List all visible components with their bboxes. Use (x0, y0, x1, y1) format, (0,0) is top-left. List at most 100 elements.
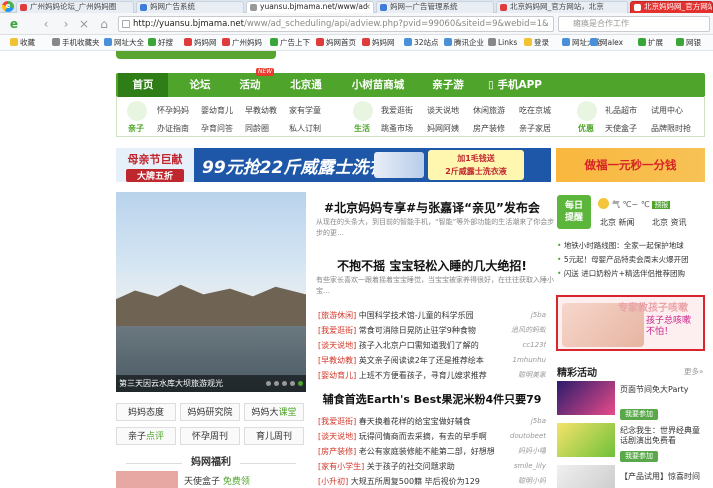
join-button[interactable]: 我要参加 (620, 409, 658, 420)
home-icon[interactable]: ⌂ (96, 16, 112, 32)
quick-tag[interactable]: 妈妈大课堂 (244, 403, 304, 421)
url-bar[interactable]: http://yuansu.bjmama.net/www/ad_scheduli… (118, 16, 554, 32)
subnav-link[interactable]: 怀孕妈妈 (157, 105, 189, 116)
bookmark-item[interactable]: 妈网首页 (316, 35, 356, 50)
slide-dot[interactable] (290, 381, 295, 386)
headline-1[interactable]: #北京妈妈专享#与张嘉译“亲见”发布会 (316, 199, 548, 216)
bookmark-item[interactable]: 腾讯企业 (444, 35, 484, 50)
quick-tag[interactable]: 怀孕周刊 (180, 427, 240, 445)
subnav-link[interactable]: 孕育问答 (201, 123, 233, 134)
news-row[interactable]: [家有小学生] 关于孩子的社交问题求助 smile_lily (318, 461, 546, 472)
nav-home[interactable]: 首页 (118, 73, 168, 97)
bookmark-item[interactable]: 好搜 (148, 35, 173, 50)
subnav-link[interactable]: 同龄圈 (245, 123, 269, 134)
join-button[interactable]: 我要参加 (620, 451, 658, 462)
browser-logo-icon[interactable]: e (2, 1, 14, 12)
event-title[interactable]: 【产品试用】惊喜时间 (620, 471, 706, 482)
news-row[interactable]: [小升初] 大规五所周复500籍 毕后视价为129 聪明小妈 (318, 476, 546, 487)
bookmark-item[interactable]: 网银 (676, 35, 701, 50)
subnav-link[interactable]: 婴幼育儿 (201, 105, 233, 116)
bookmark-item[interactable]: 收藏 (10, 35, 35, 50)
nav-activity[interactable]: 活动 (224, 73, 276, 97)
daily-reminder[interactable]: 每日 提醒 (557, 195, 591, 229)
subnav-link[interactable]: 谈天说地 (427, 105, 459, 116)
quick-tag[interactable]: 育儿周刊 (244, 427, 304, 445)
news-row[interactable]: [我爱逛街] 常食可消除日晃防止驻学9种食物 追风的蚂蚁 (318, 325, 546, 336)
forward-icon[interactable]: › (58, 16, 74, 32)
event-thumb[interactable] (557, 423, 615, 457)
tab-6[interactable]: 北京妈妈网_官方网站，北京 (630, 1, 713, 13)
nav-travel[interactable]: 亲子游 (422, 73, 474, 97)
event-thumb[interactable] (557, 381, 615, 415)
quick-tag[interactable]: 亲子点评 (116, 427, 176, 445)
subnav-link[interactable]: 办证指南 (157, 123, 189, 134)
search-input[interactable]: 瘫痪是合作工作 (558, 16, 710, 32)
tab-3[interactable]: yuansu.bjmama.net/www/ad × (246, 1, 374, 13)
subnav-link[interactable]: 早教幼教 (245, 105, 277, 116)
headline-2[interactable]: 不抱不摇 宝宝轻松入睡的几大绝招! (316, 257, 548, 274)
slide-dot-active[interactable] (298, 381, 303, 386)
bookmark-item[interactable]: 手机收藏夹 (52, 35, 100, 50)
subnav-link[interactable]: 亲子家居 (519, 123, 551, 134)
news-row[interactable]: [房产装修] 老公有家庭装修能不能第二部，好想想 妈妈小嘻 (318, 446, 546, 457)
nav-forum[interactable]: 论坛 (178, 73, 222, 97)
events-more-link[interactable]: 更多» (684, 366, 704, 377)
subnav-link[interactable]: 跳蚤市场 (381, 123, 413, 134)
quick-tag[interactable]: 妈妈态度 (116, 403, 176, 421)
bookmark-item[interactable]: 妈妈网 (184, 35, 217, 50)
subnav-link[interactable]: 家有学童 (289, 105, 321, 116)
subnav-link[interactable]: 吃在京城 (519, 105, 551, 116)
promo-banner[interactable]: 母亲节巨献 大牌五折 99元抢22斤威露士洗衣液! 加1毛钱送 2斤威露士洗衣液 (116, 148, 551, 182)
subnav-link[interactable]: 试用中心 (651, 105, 683, 116)
news-row[interactable]: [旅游休闲] 中国科学技术馆-儿童的科学乐园 j5ba (318, 310, 546, 321)
bookmark-item[interactable]: 登录 (524, 35, 549, 50)
subnav-link[interactable]: 休闲旅游 (473, 105, 505, 116)
side-banner[interactable]: 做福一元秒一分钱 (556, 148, 705, 182)
slide-dot[interactable] (282, 381, 287, 386)
tip-item[interactable]: 5元起！母婴产品特卖会周末火爆开团 (557, 254, 689, 265)
slide-dot[interactable] (274, 381, 279, 386)
bookmark-item[interactable]: 网alex (590, 35, 623, 50)
news-row[interactable]: [谈天说地] 玩得问情商而去采摘，有去的早手啊 doutobeet (318, 431, 546, 442)
event-title[interactable]: 纪念我生：世界经典童话剧演出免费看 (620, 426, 706, 446)
bookmark-item[interactable]: 广告上下 (270, 35, 310, 50)
tab-5[interactable]: 北京妈妈网_官方网站，北京 (496, 1, 628, 13)
news-row[interactable]: [早教幼教] 英文亲子阅读读2年了还是推荐绘本 1mhunhu (318, 355, 546, 366)
site-logo[interactable] (116, 51, 276, 59)
news-row[interactable]: [谈天说地] 孩子入北京户口需知道我们了解的 cc123f (318, 340, 546, 351)
subnav-link[interactable]: 房产装修 (473, 123, 505, 134)
close-page-icon[interactable]: × (76, 16, 92, 32)
nav-shop[interactable]: 小树苗商城 (342, 73, 414, 97)
news-row[interactable]: [我爱逛街] 春天换着花样的给宝宝做好辅食 j5ba (318, 416, 546, 427)
subnav-link[interactable]: 品牌限时抢 (651, 123, 691, 134)
bookmark-item[interactable]: 妈妈网 (362, 35, 395, 50)
subnav-link[interactable]: 天使盒子 (605, 123, 637, 134)
bookmark-item[interactable]: 广州妈妈 (222, 35, 262, 50)
tip-item[interactable]: 闪送 进口奶粉片+精选伴侣推荐团购 (557, 268, 685, 279)
headline-3[interactable]: 辅食首选Earth's Best果泥米粉4件只要79 (316, 391, 548, 407)
subnav-link[interactable]: 妈网阿姨 (427, 123, 459, 134)
tab-close-icon[interactable]: × (364, 2, 371, 12)
slide-dot[interactable] (266, 381, 271, 386)
nav-beijing[interactable]: 北京通 (280, 73, 332, 97)
tip-item[interactable]: 地铁小时路线图：全家一起保护地球 (557, 240, 684, 251)
news-row[interactable]: [婴幼育儿] 上班不方便看孩子，寻育儿嫂求推荐 聪明美家 (318, 370, 546, 381)
welfare-thumb[interactable] (116, 471, 178, 488)
nav-app[interactable]: ▯ 手机APP (480, 73, 550, 97)
tab-4[interactable]: 妈网—广告管理系统 (376, 1, 494, 13)
tab-1[interactable]: 广州妈妈论坛_广州妈妈圈 (16, 1, 134, 13)
quick-tag[interactable]: 妈妈研究院 (180, 403, 240, 421)
photo-slider[interactable]: 第三天因云水库大坝旅游观光 (116, 192, 306, 392)
welfare-item[interactable]: 天使盒子 免费领 (184, 474, 250, 487)
home-logo-icon[interactable]: e (6, 16, 22, 32)
back-icon[interactable]: ‹ (38, 16, 54, 32)
bookmark-item[interactable]: Links (488, 35, 517, 50)
event-title[interactable]: 页面节间免大Party (620, 384, 706, 395)
bookmark-item[interactable]: 网址大全 (104, 35, 144, 50)
bookmark-item[interactable]: 扩展 (638, 35, 663, 50)
promo-ad[interactable]: 专家教孩子咳嗽 孩子总咳嗽 不怕！ (556, 295, 705, 351)
weather-link[interactable]: 北京 资讯 (652, 217, 687, 228)
bookmark-item[interactable]: 32站点 (404, 35, 439, 50)
event-thumb[interactable] (557, 465, 615, 488)
subnav-link[interactable]: 礼品超市 (605, 105, 637, 116)
